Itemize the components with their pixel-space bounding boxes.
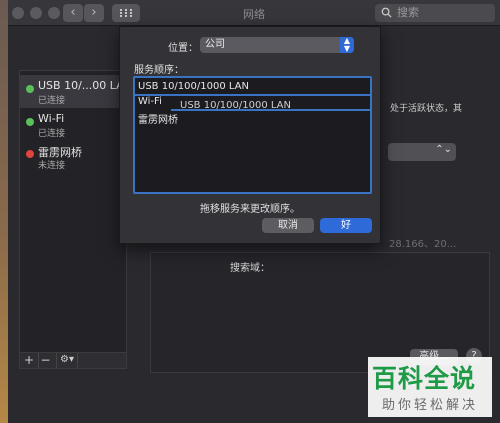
status-description: 处于活跃状态，其 bbox=[390, 104, 463, 114]
service-state: 已连接 bbox=[38, 96, 66, 106]
cancel-button[interactable]: 取消 bbox=[262, 218, 314, 233]
location-select[interactable]: 公司 ▲ ▼ bbox=[200, 37, 354, 53]
updown-chevron-icon: ▲ ▼ bbox=[340, 37, 354, 53]
search-icon bbox=[381, 7, 392, 18]
drop-indicator bbox=[171, 109, 370, 111]
updown-chevron-icon: ⌃⌄ bbox=[435, 144, 452, 155]
service-list-sidebar: USB 10/...00 LAN 已连接 ‹› Wi-Fi 已连接 ‹ 雷雳网桥… bbox=[19, 70, 132, 353]
service-order-label: 服务顺序： bbox=[134, 65, 184, 76]
status-connected-icon bbox=[26, 85, 34, 93]
configure-select[interactable]: ⌃⌄ bbox=[388, 143, 456, 161]
sidebar-item-wifi[interactable]: Wi-Fi 已连接 ‹ bbox=[20, 108, 128, 141]
list-item[interactable]: USB 10/100/1000 LAN bbox=[138, 81, 249, 92]
watermark-sub-text: 助你轻松解决 bbox=[382, 398, 479, 413]
service-name: Wi-Fi bbox=[38, 112, 65, 125]
drag-hint: 拖移服务来更改顺序。 bbox=[200, 204, 300, 215]
status-disconnected-icon bbox=[26, 150, 34, 158]
sidebar-toolbar: + − ⚙▾ bbox=[19, 353, 127, 369]
sidebar-item-thunderbolt-bridge[interactable]: 雷雳网桥 未连接 ‹ bbox=[20, 140, 128, 173]
sidebar-item-usb-lan[interactable]: USB 10/...00 LAN 已连接 ‹› bbox=[20, 75, 132, 108]
remove-service-button[interactable]: − bbox=[38, 353, 52, 368]
service-state: 未连接 bbox=[38, 161, 66, 171]
location-label: 位置： bbox=[168, 43, 198, 54]
search-domain-label: 搜索域： bbox=[230, 263, 270, 274]
location-value: 公司 bbox=[205, 39, 225, 50]
search-field[interactable]: 搜索 bbox=[375, 4, 495, 22]
drop-indicator bbox=[135, 94, 370, 96]
search-placeholder: 搜索 bbox=[397, 6, 419, 19]
status-connected-icon bbox=[26, 118, 34, 126]
service-order-list[interactable]: USB 10/100/1000 LAN Wi-Fi USB 10/100/100… bbox=[133, 76, 372, 194]
list-item[interactable]: Wi-Fi bbox=[138, 96, 162, 107]
ok-button[interactable]: 好 bbox=[320, 218, 372, 233]
service-order-sheet: 位置： 公司 ▲ ▼ 服务顺序： USB 10/100/1000 LAN Wi-F… bbox=[119, 26, 381, 244]
gear-menu-button[interactable]: ⚙▾ bbox=[56, 353, 78, 368]
service-state: 已连接 bbox=[38, 129, 66, 139]
add-service-button[interactable]: + bbox=[22, 353, 36, 368]
desktop-background bbox=[0, 0, 8, 423]
watermark-main-text: 百科全说 bbox=[372, 364, 477, 393]
title-bar: ‹ › 网络 搜索 bbox=[8, 0, 500, 26]
dns-ip-value: 28.166、20... bbox=[389, 239, 457, 250]
list-item[interactable]: 雷雳网桥 bbox=[138, 111, 178, 126]
watermark-logo: 百科全说 助你轻松解决 bbox=[368, 357, 492, 417]
